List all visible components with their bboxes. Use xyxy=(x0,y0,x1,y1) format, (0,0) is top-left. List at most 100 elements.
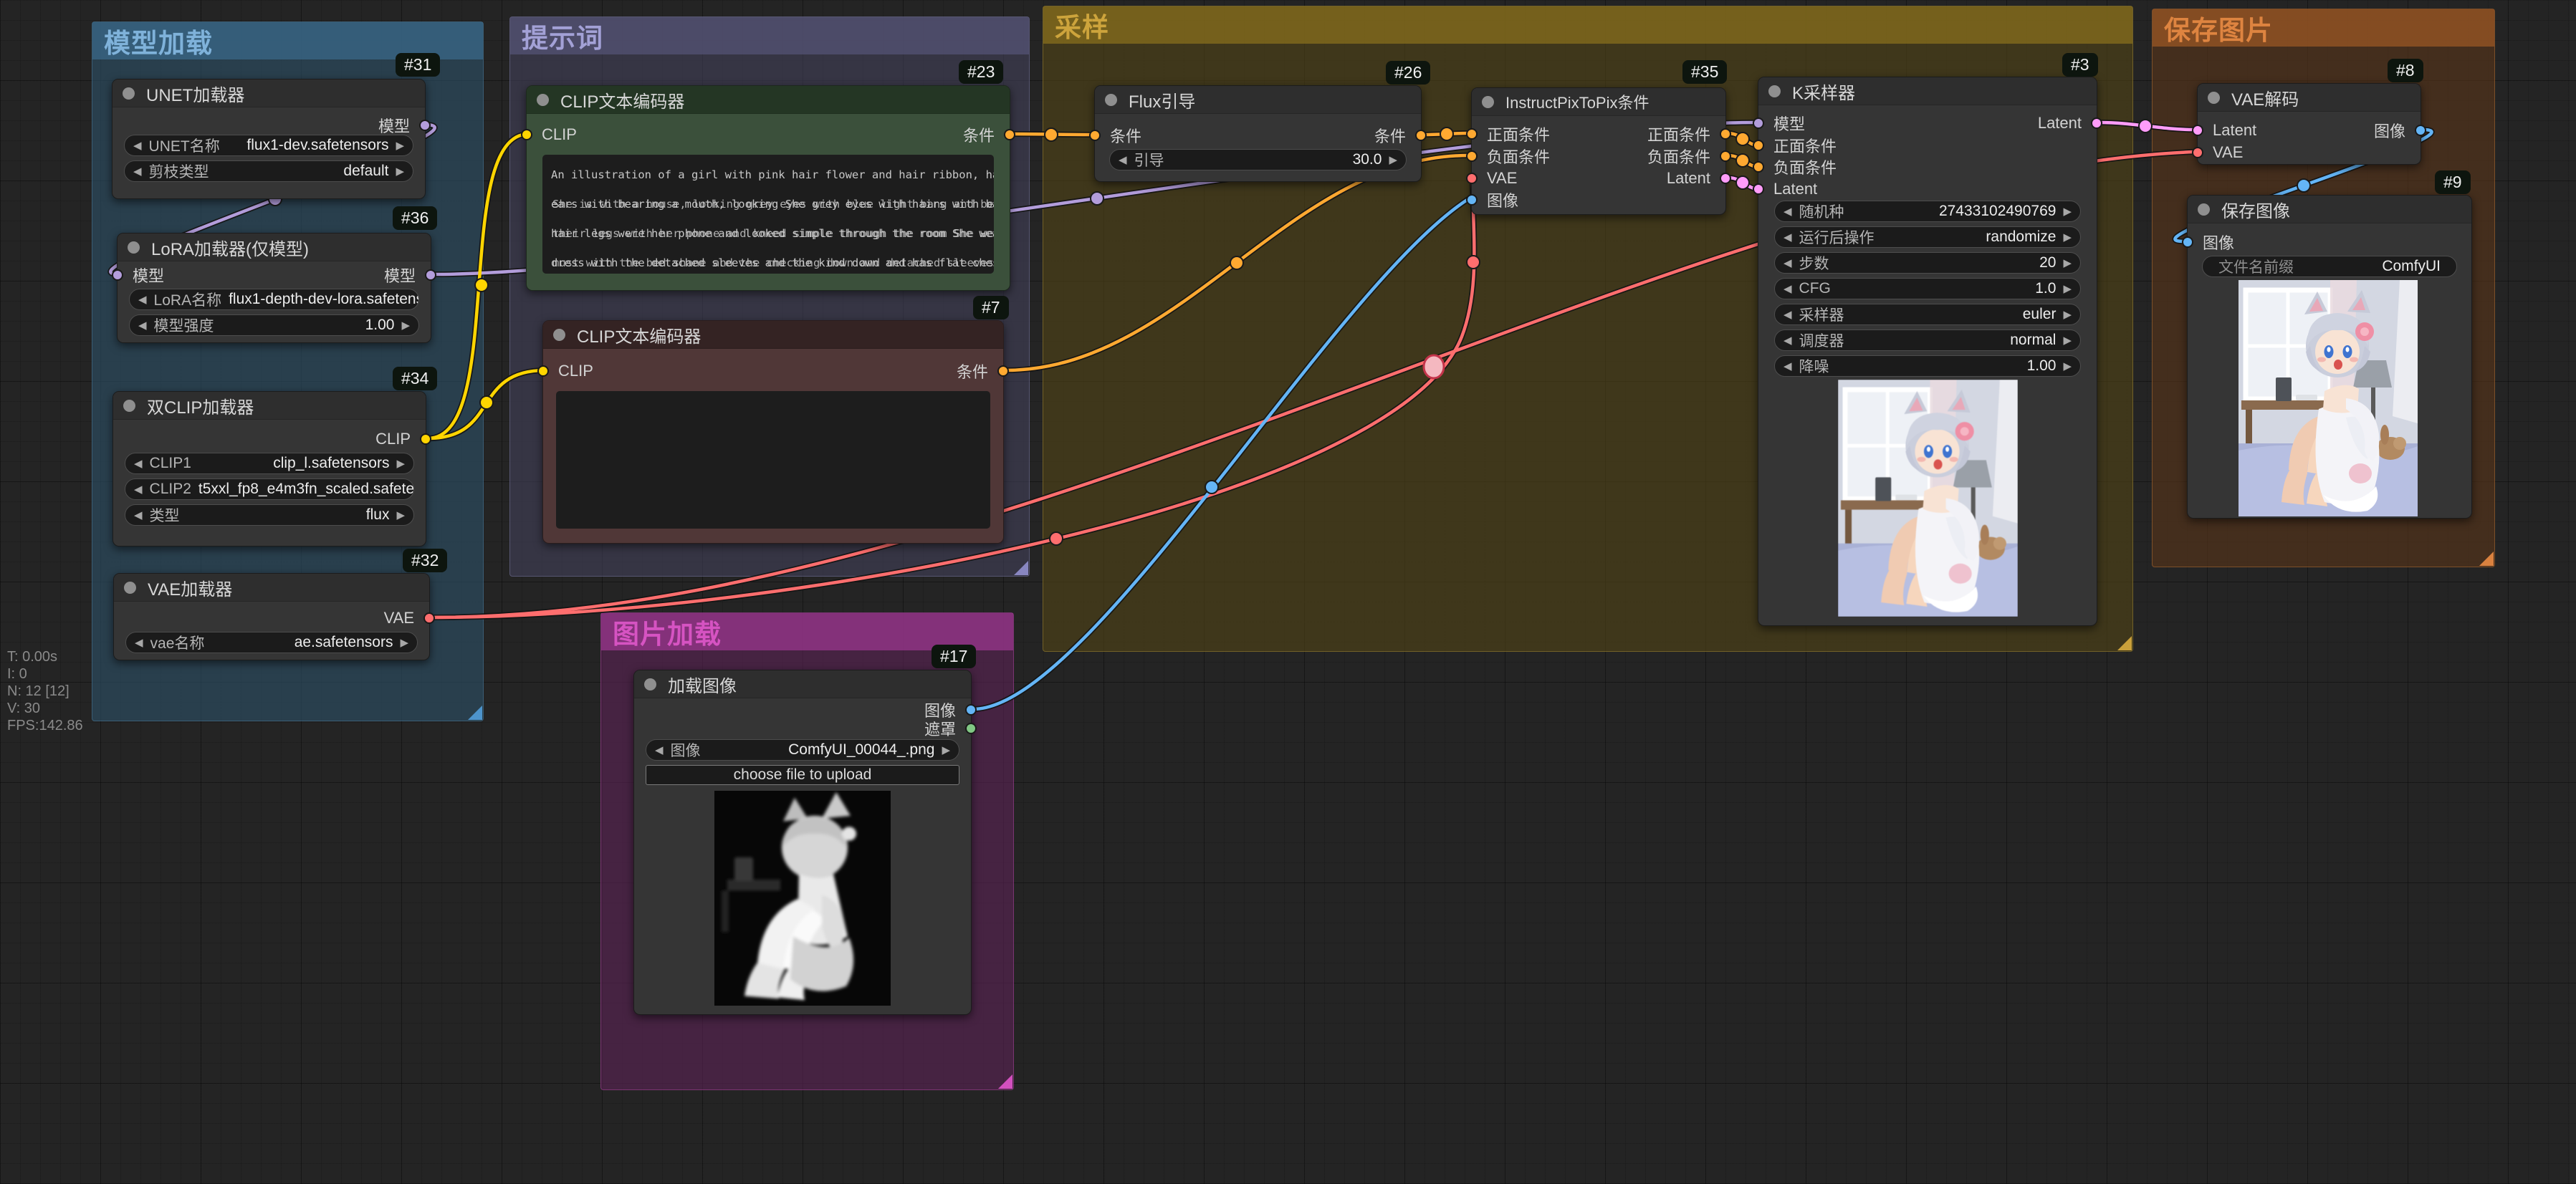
arrow-right-icon[interactable]: ▶ xyxy=(2063,282,2072,295)
input-slot-image[interactable] xyxy=(2182,236,2193,248)
widget-control-after-generate[interactable]: ◀ 运行后操作 randomize ▶ xyxy=(1774,226,2081,248)
arrow-right-icon[interactable]: ▶ xyxy=(396,165,404,178)
arrow-right-icon[interactable]: ▶ xyxy=(2063,256,2072,269)
collapse-dot-icon[interactable] xyxy=(553,329,565,341)
collapse-dot-icon[interactable] xyxy=(1105,94,1117,106)
output-slot-cond[interactable] xyxy=(997,365,1009,377)
arrow-right-icon[interactable]: ▶ xyxy=(2063,360,2072,372)
widget-denoise[interactable]: ◀ 降噪 1.00 ▶ xyxy=(1774,355,2081,377)
widget-sampler-name[interactable]: ◀ 采样器 euler ▶ xyxy=(1774,304,2081,325)
output-slot-cond[interactable] xyxy=(1004,129,1015,140)
widget-steps[interactable]: ◀ 步数 20 ▶ xyxy=(1774,252,2081,274)
widget-clip1[interactable]: ◀ CLIP1 clip_l.safetensors ▶ xyxy=(125,453,414,474)
collapse-dot-icon[interactable] xyxy=(644,678,656,690)
input-slot-negative[interactable] xyxy=(1753,161,1764,173)
arrow-right-icon[interactable]: ▶ xyxy=(2063,308,2072,321)
input-slot-latent[interactable] xyxy=(1753,183,1764,195)
upload-button[interactable]: choose file to upload xyxy=(646,765,959,785)
arrow-right-icon[interactable]: ▶ xyxy=(396,457,405,470)
arrow-right-icon[interactable]: ▶ xyxy=(396,139,404,152)
arrow-right-icon[interactable]: ▶ xyxy=(401,319,410,332)
group-sampling-header[interactable]: 采样 xyxy=(1043,6,2132,44)
collapse-dot-icon[interactable] xyxy=(124,582,136,594)
output-slot-cond[interactable] xyxy=(1415,130,1427,141)
collapse-dot-icon[interactable] xyxy=(2198,203,2210,216)
arrow-left-icon[interactable]: ◀ xyxy=(1783,205,1792,218)
arrow-left-icon[interactable]: ◀ xyxy=(135,636,143,649)
node-dual-clip-loader[interactable]: 双CLIP加载器 CLIP ◀ CLIP1 clip_l.safetensors… xyxy=(112,391,426,547)
widget-image-file[interactable]: ◀ 图像 ComfyUI_00044_.png ▶ xyxy=(646,739,959,761)
prompt-textarea[interactable]: An illustration of a girl with pink hair… xyxy=(542,155,994,274)
output-slot-latent[interactable] xyxy=(1720,173,1731,184)
node-ksampler[interactable]: K采样器 模型 正面条件 负面条件 Latent Latent ◀ 随机种 27… xyxy=(1758,77,2097,626)
input-slot-vae[interactable] xyxy=(2192,147,2203,158)
widget-weight-dtype[interactable]: ◀ 剪枝类型 default ▶ xyxy=(124,160,413,182)
output-slot-image[interactable] xyxy=(2415,125,2426,136)
output-slot-negative[interactable] xyxy=(1720,150,1731,162)
widget-clip-type[interactable]: ◀ 类型 flux ▶ xyxy=(125,504,414,526)
node-flux-guidance[interactable]: Flux引导 条件 条件 ◀ 引导 30.0 ▶ xyxy=(1094,85,1422,182)
arrow-left-icon[interactable]: ◀ xyxy=(655,743,664,756)
output-slot-mask[interactable] xyxy=(965,723,977,734)
output-slot-latent[interactable] xyxy=(2091,117,2102,129)
output-slot-vae[interactable] xyxy=(423,612,435,624)
widget-clip2[interactable]: ◀ CLIP2 t5xxl_fp8_e4m3fn_scaled.safete..… xyxy=(125,478,414,500)
arrow-left-icon[interactable]: ◀ xyxy=(1783,334,1792,347)
collapse-dot-icon[interactable] xyxy=(128,241,140,254)
arrow-right-icon[interactable]: ▶ xyxy=(400,636,408,649)
group-resize-handle[interactable] xyxy=(1014,561,1028,575)
arrow-left-icon[interactable]: ◀ xyxy=(133,165,142,178)
node-unet-loader[interactable]: UNET加载器 模型 ◀ UNET名称 flux1-dev.safetensor… xyxy=(112,79,426,199)
arrow-right-icon[interactable]: ▶ xyxy=(396,509,405,521)
arrow-left-icon[interactable]: ◀ xyxy=(133,139,142,152)
arrow-left-icon[interactable]: ◀ xyxy=(134,483,143,496)
widget-lora-name[interactable]: ◀ LoRA名称 flux1-depth-dev-lora.safetens..… xyxy=(129,289,419,310)
input-slot-image[interactable] xyxy=(1466,194,1478,206)
widget-filename-prefix[interactable]: 文件名前缀 ComfyUI xyxy=(2202,256,2457,277)
group-resize-handle[interactable] xyxy=(468,706,482,720)
widget-model-strength[interactable]: ◀ 模型强度 1.00 ▶ xyxy=(129,314,419,336)
arrow-left-icon[interactable]: ◀ xyxy=(138,319,147,332)
arrow-left-icon[interactable]: ◀ xyxy=(1783,256,1792,269)
node-clip-text-negative[interactable]: CLIP文本编码器 CLIP 条件 xyxy=(542,320,1004,544)
arrow-left-icon[interactable]: ◀ xyxy=(1119,153,1127,166)
collapse-dot-icon[interactable] xyxy=(1768,85,1781,97)
output-slot-model[interactable] xyxy=(425,269,436,281)
node-instructpix2pix[interactable]: InstructPixToPix条件 正面条件 负面条件 VAE 图像 正面条件… xyxy=(1471,87,1726,215)
prompt-textarea-empty[interactable] xyxy=(556,391,990,529)
arrow-left-icon[interactable]: ◀ xyxy=(138,293,147,306)
widget-seed[interactable]: ◀ 随机种 27433102490769 ▶ xyxy=(1774,201,2081,222)
arrow-left-icon[interactable]: ◀ xyxy=(134,509,143,521)
group-prompt-header[interactable]: 提示词 xyxy=(510,17,1029,54)
collapse-dot-icon[interactable] xyxy=(2208,92,2220,104)
arrow-left-icon[interactable]: ◀ xyxy=(1783,308,1792,321)
output-slot-image[interactable] xyxy=(965,704,977,716)
arrow-right-icon[interactable]: ▶ xyxy=(2063,334,2072,347)
collapse-dot-icon[interactable] xyxy=(1482,96,1494,108)
arrow-right-icon[interactable]: ▶ xyxy=(942,743,950,756)
widget-vae-name[interactable]: ◀ vae名称 ae.safetensors ▶ xyxy=(125,632,418,653)
widget-scheduler[interactable]: ◀ 调度器 normal ▶ xyxy=(1774,329,2081,351)
widget-guidance[interactable]: ◀ 引导 30.0 ▶ xyxy=(1109,149,1407,170)
group-resize-handle[interactable] xyxy=(2479,552,2494,566)
node-vae-decode[interactable]: VAE解码 Latent VAE 图像 xyxy=(2197,83,2421,165)
node-clip-text-positive[interactable]: CLIP文本编码器 CLIP 条件 An illustration of a g… xyxy=(526,85,1010,291)
widget-cfg[interactable]: ◀ CFG 1.0 ▶ xyxy=(1774,278,2081,299)
collapse-dot-icon[interactable] xyxy=(123,400,135,412)
group-resize-handle[interactable] xyxy=(998,1074,1012,1089)
arrow-right-icon[interactable]: ▶ xyxy=(1389,153,1397,166)
collapse-dot-icon[interactable] xyxy=(537,94,549,106)
arrow-left-icon[interactable]: ◀ xyxy=(134,457,143,470)
node-vae-loader[interactable]: VAE加载器 VAE ◀ vae名称 ae.safetensors ▶ xyxy=(113,573,430,660)
node-load-image[interactable]: 加载图像 图像 遮罩 ◀ 图像 ComfyUI_00044_.png ▶ cho… xyxy=(633,670,972,1015)
input-slot-positive[interactable] xyxy=(1753,140,1764,151)
output-slot-model[interactable] xyxy=(419,120,431,131)
widget-unet-name[interactable]: ◀ UNET名称 flux1-dev.safetensors ▶ xyxy=(124,135,413,156)
arrow-left-icon[interactable]: ◀ xyxy=(1783,282,1792,295)
arrow-right-icon[interactable]: ▶ xyxy=(2063,231,2072,244)
node-save-image[interactable]: 保存图像 图像 文件名前缀 ComfyUI xyxy=(2187,195,2472,519)
output-slot-positive[interactable] xyxy=(1720,128,1731,140)
collapse-dot-icon[interactable] xyxy=(123,87,135,100)
arrow-left-icon[interactable]: ◀ xyxy=(1783,231,1792,244)
group-resize-handle[interactable] xyxy=(2117,636,2132,650)
